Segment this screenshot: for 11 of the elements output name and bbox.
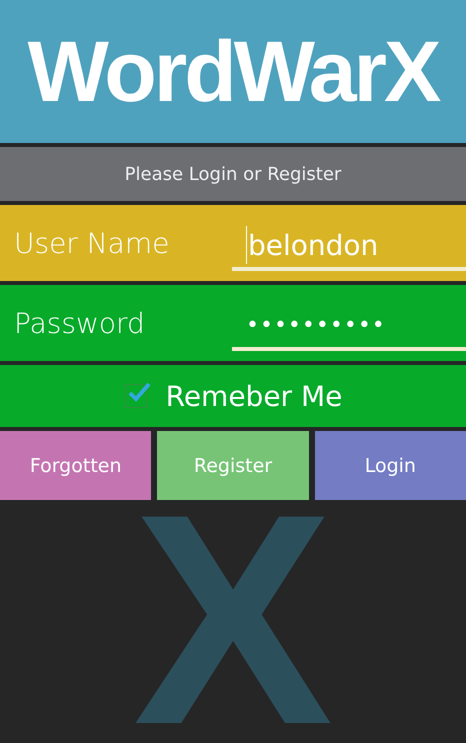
action-button[interactable]: Login (314, 431, 466, 500)
checkbox-label[interactable]: Remeber Me (166, 380, 342, 412)
action-button[interactable]: Register (157, 431, 309, 500)
input-field[interactable]: •••••••••• (232, 303, 466, 351)
checkbox[interactable] (124, 384, 148, 408)
input-field[interactable]: belondon (232, 223, 466, 271)
banner-text: Please Login or Register (124, 164, 342, 184)
app-title: WordWarX (28, 28, 438, 114)
field-label: User Name (13, 226, 170, 260)
action-button[interactable]: Forgotten (0, 431, 152, 500)
field-label: Password (13, 306, 146, 340)
